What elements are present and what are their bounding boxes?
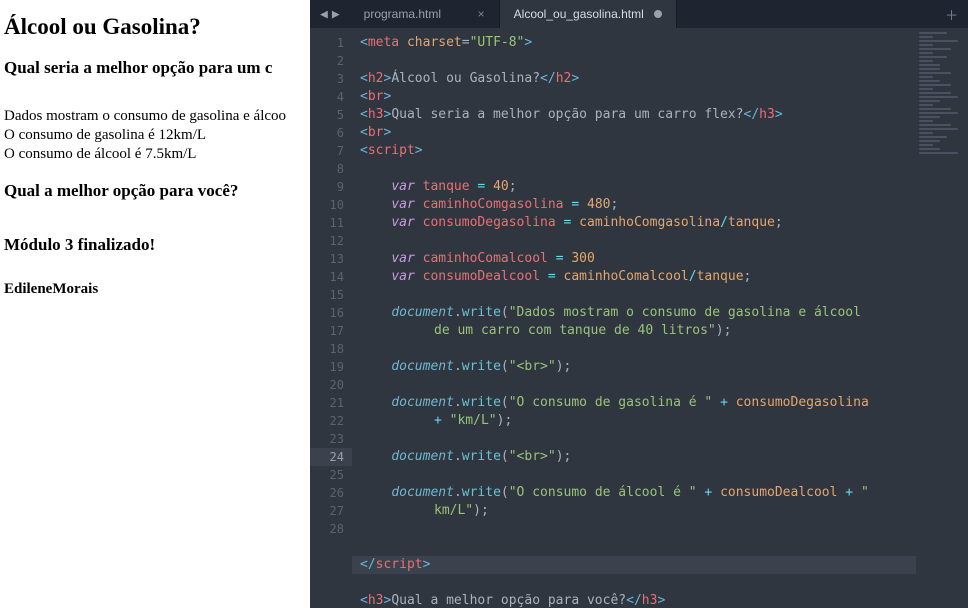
author: EdileneMorais: [4, 281, 306, 298]
body-line-1: Dados mostram o consumo de gasolina e ál…: [4, 108, 306, 125]
new-tab-button[interactable]: ＋: [935, 0, 968, 28]
nav-buttons: ◀ ▶: [310, 0, 350, 28]
code-content[interactable]: <meta charset="UTF-8"> <h2>Álcool ou Gas…: [352, 28, 916, 608]
line-gutter: 1234567 891011121314 1516 171819 202122 …: [310, 28, 352, 608]
modified-dot-icon: [654, 10, 662, 18]
close-icon[interactable]: ×: [478, 7, 485, 21]
tab-bar: ◀ ▶ programa.html × Alcool_ou_gasolina.h…: [310, 0, 968, 28]
tab-alcool[interactable]: Alcool_ou_gasolina.html: [500, 0, 677, 28]
tab-label: Alcool_ou_gasolina.html: [514, 7, 644, 21]
nav-forward-icon[interactable]: ▶: [330, 7, 342, 22]
page-title: Álcool ou Gasolina?: [4, 14, 306, 40]
subtitle-2: Qual a melhor opção para você?: [4, 181, 306, 201]
minimap[interactable]: [916, 28, 968, 608]
tab-label: programa.html: [364, 7, 441, 21]
nav-back-icon[interactable]: ◀: [318, 7, 330, 22]
subtitle-1: Qual seria a melhor opção para um c: [4, 58, 306, 78]
tab-programa[interactable]: programa.html ×: [350, 0, 500, 28]
subtitle-3: Módulo 3 finalizado!: [4, 235, 306, 255]
body-line-2: O consumo de gasolina é 12km/L: [4, 127, 306, 144]
code-editor: ◀ ▶ programa.html × Alcool_ou_gasolina.h…: [310, 0, 968, 608]
body-line-3: O consumo de álcool é 7.5km/L: [4, 146, 306, 163]
code-area[interactable]: 1234567 891011121314 1516 171819 202122 …: [310, 28, 968, 608]
browser-preview: Álcool ou Gasolina? Qual seria a melhor …: [0, 0, 310, 608]
